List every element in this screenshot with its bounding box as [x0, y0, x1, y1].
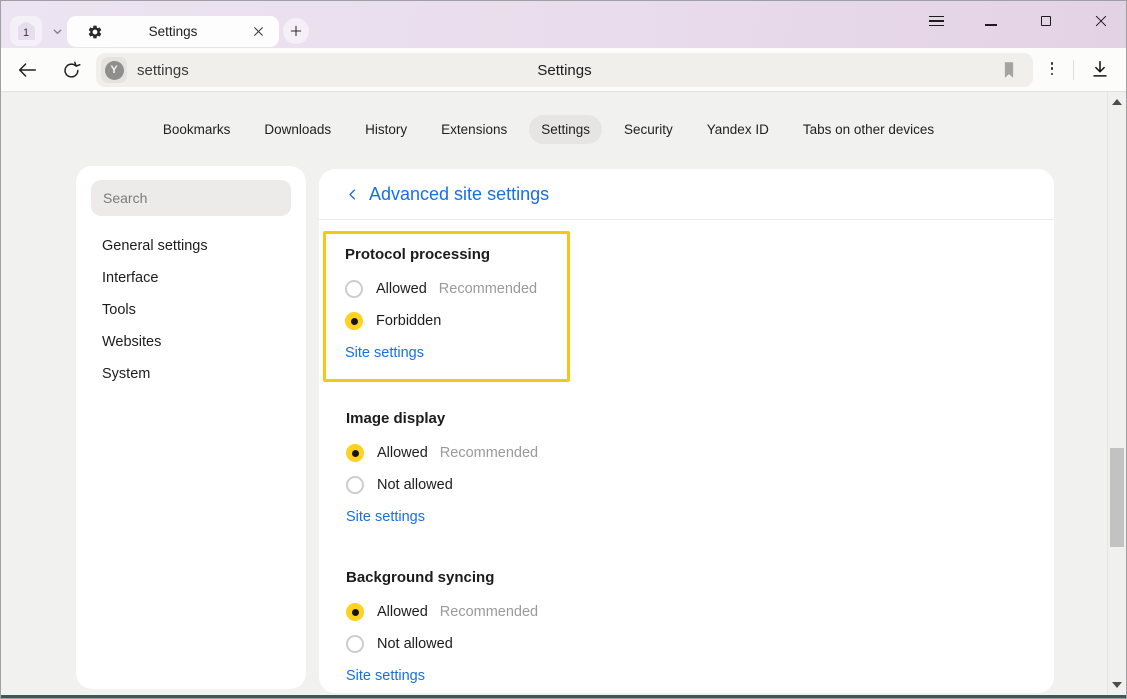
maximize-button[interactable]	[1033, 10, 1059, 32]
hamburger-icon	[929, 16, 944, 27]
tab-count-badge: 1	[17, 21, 36, 41]
close-icon	[1094, 14, 1108, 28]
advanced-site-settings-panel: Advanced site settings Protocol processi…	[319, 169, 1054, 693]
more-options-button[interactable]	[1046, 62, 1058, 78]
close-window-button[interactable]	[1088, 10, 1114, 32]
tab-title: Settings	[67, 24, 279, 39]
tab-bar: 1 Settings	[1, 1, 1126, 48]
browser-menu-button[interactable]	[923, 10, 949, 32]
nav-tab-bookmarks[interactable]: Bookmarks	[151, 115, 243, 144]
chevron-down-icon	[51, 25, 64, 38]
back-button[interactable]	[14, 57, 40, 83]
recommended-note: Recommended	[439, 281, 537, 297]
radio-protocol-forbidden[interactable]	[345, 312, 363, 330]
address-text: settings	[137, 62, 189, 79]
nav-tab-extensions[interactable]: Extensions	[429, 115, 519, 144]
radio-label[interactable]: Forbidden	[376, 313, 441, 329]
minimize-button[interactable]	[978, 10, 1004, 32]
scrollbar-thumb[interactable]	[1110, 448, 1124, 547]
section-image-display: Image display Allowed Recommended Not al…	[319, 410, 1054, 529]
bookmark-flag-icon[interactable]	[998, 59, 1020, 81]
radio-label[interactable]: Allowed	[376, 281, 427, 297]
nav-tab-yandex-id[interactable]: Yandex ID	[695, 115, 781, 144]
nav-tab-history[interactable]: History	[353, 115, 419, 144]
omnibox-page-title: Settings	[96, 62, 1033, 79]
refresh-icon	[61, 60, 82, 81]
sidebar-item-general-settings[interactable]: General settings	[76, 230, 306, 262]
search-box[interactable]	[91, 180, 291, 216]
back-to-settings-header[interactable]: Advanced site settings	[319, 169, 1054, 219]
downloads-button[interactable]	[1089, 58, 1111, 80]
radio-label[interactable]: Not allowed	[377, 477, 453, 493]
recommended-note: Recommended	[440, 604, 538, 620]
sidebar-item-websites[interactable]: Websites	[76, 326, 306, 358]
recommended-note: Recommended	[440, 445, 538, 461]
back-arrow-icon	[16, 59, 38, 81]
site-settings-link-protocol[interactable]: Site settings	[345, 345, 424, 365]
tab-count-button[interactable]: 1	[10, 16, 42, 46]
site-settings-link-image[interactable]: Site settings	[346, 509, 425, 529]
toolbar: Y settings Settings	[1, 48, 1126, 92]
browser-window: 1 Settings	[0, 0, 1127, 699]
radio-sync-not-allowed[interactable]	[346, 635, 364, 653]
settings-nav-tabs: Bookmarks Downloads History Extensions S…	[1, 115, 1096, 144]
site-protect-button[interactable]: Y	[101, 57, 127, 83]
radio-image-not-allowed[interactable]	[346, 476, 364, 494]
section-title-background-syncing: Background syncing	[346, 569, 1054, 589]
toolbar-divider	[1073, 60, 1074, 80]
sidebar-item-tools[interactable]: Tools	[76, 294, 306, 326]
maximize-icon	[1041, 16, 1052, 27]
radio-row-protocol-allowed[interactable]: Allowed Recommended	[345, 280, 567, 298]
radio-row-image-allowed[interactable]: Allowed Recommended	[346, 444, 1054, 462]
new-tab-button[interactable]	[283, 18, 309, 44]
vertical-scrollbar[interactable]	[1107, 92, 1126, 695]
minimize-icon	[985, 24, 997, 26]
sidebar-item-system[interactable]: System	[76, 358, 306, 390]
settings-sidebar: General settings Interface Tools Website…	[76, 166, 306, 689]
yandex-site-icon: Y	[105, 61, 124, 80]
radio-label[interactable]: Allowed	[377, 445, 428, 461]
page-content: Bookmarks Downloads History Extensions S…	[1, 92, 1126, 695]
plus-icon	[289, 24, 303, 38]
radio-row-protocol-forbidden[interactable]: Forbidden	[345, 312, 567, 330]
back-chevron-icon	[345, 187, 360, 202]
section-background-syncing: Background syncing Allowed Recommended N…	[319, 569, 1054, 688]
radio-row-sync-allowed[interactable]: Allowed Recommended	[346, 603, 1054, 621]
window-controls	[923, 9, 1114, 33]
section-title-protocol-processing: Protocol processing	[345, 246, 567, 266]
radio-label[interactable]: Not allowed	[377, 636, 453, 652]
active-tab-settings[interactable]: Settings	[67, 16, 279, 47]
radio-image-allowed[interactable]	[346, 444, 364, 462]
tab-close-icon[interactable]	[252, 25, 265, 38]
radio-row-sync-not-allowed[interactable]: Not allowed	[346, 635, 1054, 653]
scroll-down-icon[interactable]	[1112, 682, 1122, 688]
nav-tab-downloads[interactable]: Downloads	[252, 115, 343, 144]
radio-row-image-not-allowed[interactable]: Not allowed	[346, 476, 1054, 494]
sidebar-item-interface[interactable]: Interface	[76, 262, 306, 294]
scroll-up-icon[interactable]	[1112, 99, 1122, 105]
sidebar-menu: General settings Interface Tools Website…	[76, 230, 306, 390]
refresh-button[interactable]	[58, 57, 84, 83]
highlight-box-protocol-processing: Protocol processing Allowed Recommended …	[323, 231, 570, 382]
nav-tab-security[interactable]: Security	[612, 115, 685, 144]
nav-tab-other-devices[interactable]: Tabs on other devices	[791, 115, 946, 144]
header-divider	[319, 219, 1054, 220]
address-bar[interactable]: Y settings Settings	[96, 53, 1033, 87]
radio-sync-allowed[interactable]	[346, 603, 364, 621]
nav-tab-settings[interactable]: Settings	[529, 115, 602, 144]
radio-protocol-allowed[interactable]	[345, 280, 363, 298]
radio-label[interactable]: Allowed	[377, 604, 428, 620]
page-title: Advanced site settings	[369, 184, 549, 205]
site-settings-link-sync[interactable]: Site settings	[346, 668, 425, 688]
section-title-image-display: Image display	[346, 410, 1054, 430]
search-input[interactable]	[91, 190, 291, 206]
